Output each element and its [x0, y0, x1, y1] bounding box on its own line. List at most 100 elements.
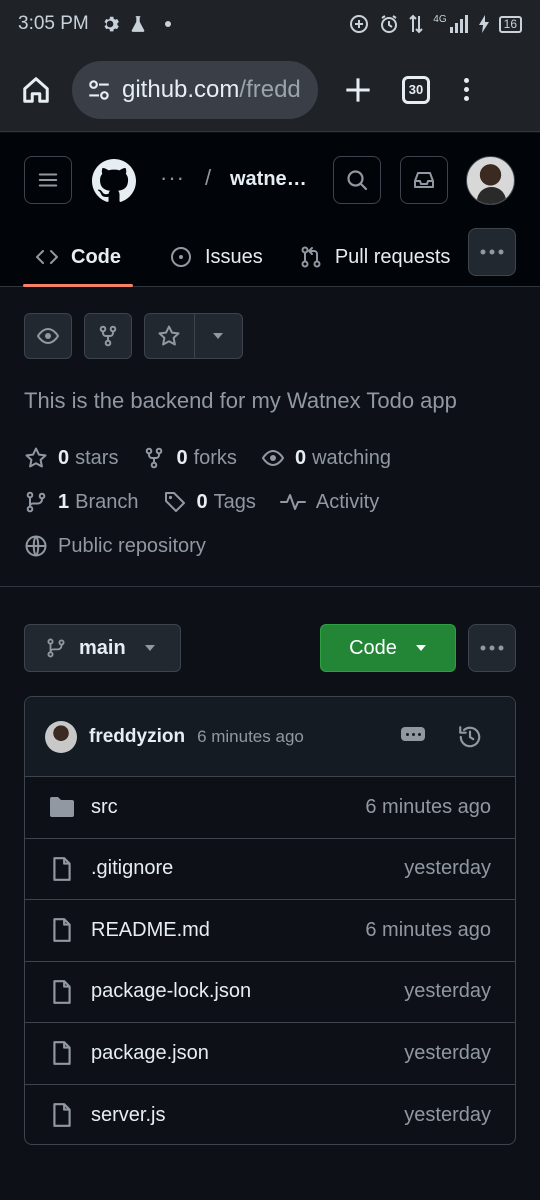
branch-label: Branch: [75, 490, 139, 513]
flask-icon: [131, 16, 145, 32]
branch-selector[interactable]: main: [24, 624, 181, 672]
fork-button[interactable]: [84, 313, 132, 359]
breadcrumb-separator: /: [205, 165, 212, 190]
tab-issues[interactable]: Issues: [169, 228, 263, 286]
breadcrumb-ellipsis[interactable]: ···: [160, 165, 185, 191]
file-time: yesterday: [404, 857, 491, 880]
url-domain: github.com: [122, 75, 240, 103]
github-logo-icon[interactable]: [92, 159, 136, 203]
home-button[interactable]: [18, 72, 54, 108]
file-row-readme[interactable]: README.md 6 minutes ago: [25, 900, 515, 962]
code-download-button[interactable]: Code: [320, 624, 456, 672]
tab-code[interactable]: Code: [23, 228, 133, 287]
repo-stats-row: 0 stars 0 forks 0 watching: [24, 446, 415, 470]
network-type: 4G: [433, 13, 447, 25]
file-row-package-lock[interactable]: package-lock.json yesterday: [25, 962, 515, 1023]
file-row-gitignore[interactable]: .gitignore yesterday: [25, 839, 515, 900]
file-name[interactable]: server.js: [91, 1104, 165, 1127]
file-row-package[interactable]: package.json yesterday: [25, 1023, 515, 1085]
nav-more-button[interactable]: [468, 228, 516, 276]
url-path: /fredd: [239, 75, 301, 103]
file-name[interactable]: src: [91, 796, 118, 819]
tags-link[interactable]: 0 Tags: [163, 490, 256, 514]
section-divider: [0, 586, 540, 587]
kebab-horizontal-icon: [480, 645, 504, 651]
site-settings-icon[interactable]: [86, 77, 112, 103]
file-name[interactable]: README.md: [91, 919, 210, 942]
star-icon: [158, 325, 180, 346]
file-name[interactable]: .gitignore: [91, 857, 173, 880]
tags-label: Tags: [213, 490, 256, 513]
star-icon: [25, 447, 47, 468]
tab-pull-requests[interactable]: Pull requests: [299, 228, 450, 286]
repo-forked-icon: [99, 325, 117, 347]
star-list-dropdown[interactable]: [193, 314, 243, 358]
address-bar[interactable]: github.com/fredd: [72, 60, 318, 119]
code-icon: [36, 250, 58, 264]
commit-message-toggle[interactable]: [401, 727, 425, 741]
file-row-src[interactable]: src 6 minutes ago: [25, 777, 515, 839]
issue-opened-icon: [171, 247, 191, 267]
branch-count: 1: [58, 490, 70, 513]
menu-button[interactable]: [24, 156, 72, 204]
data-saver-icon: [350, 15, 369, 33]
battery-indicator: 16: [498, 15, 522, 33]
search-icon: [347, 170, 368, 191]
file-row-server[interactable]: server.js yesterday: [25, 1085, 515, 1145]
tags-count: 0: [196, 490, 208, 513]
triangle-down-icon: [144, 645, 155, 651]
alarm-icon: [381, 15, 398, 33]
activity-link[interactable]: Activity: [279, 490, 379, 514]
branches-link[interactable]: 1 Branch: [24, 490, 139, 514]
history-icon[interactable]: [457, 724, 483, 750]
triangle-down-icon: [213, 333, 224, 339]
file-time: yesterday: [404, 1103, 491, 1126]
commit-author-avatar[interactable]: [45, 720, 77, 753]
repo-more-button[interactable]: [468, 624, 516, 672]
repo-nav: Code Issues Pull requests: [23, 228, 486, 287]
new-tab-button[interactable]: [340, 72, 376, 108]
tab-switcher-button[interactable]: 30: [402, 75, 430, 104]
file-icon: [53, 856, 71, 881]
stars-link[interactable]: 0 stars: [24, 446, 118, 470]
file-time: yesterday: [404, 1041, 491, 1064]
file-icon: [53, 1103, 71, 1128]
stars-label: stars: [75, 446, 119, 469]
watch-button[interactable]: [24, 313, 72, 359]
watching-link[interactable]: 0 watching: [261, 446, 391, 470]
folder-icon: [50, 797, 74, 818]
kebab-horizontal-icon: [480, 249, 504, 255]
visibility-label: Public repository: [58, 534, 206, 557]
user-avatar[interactable]: [466, 156, 515, 205]
triangle-down-icon: [415, 645, 426, 651]
search-button[interactable]: [333, 156, 381, 204]
star-button-group: [144, 313, 243, 359]
star-button[interactable]: [145, 314, 194, 358]
code-button-label: Code: [349, 636, 397, 659]
file-time: 6 minutes ago: [365, 795, 491, 818]
watching-label: watching: [312, 446, 391, 469]
inbox-button[interactable]: [400, 156, 448, 204]
status-bar: 3:05 PM 4G 16: [0, 0, 540, 48]
browser-menu-button[interactable]: [460, 78, 472, 101]
notification-dot-icon: [164, 21, 171, 27]
plus-icon: [346, 77, 370, 102]
file-name[interactable]: package.json: [91, 1042, 209, 1065]
file-icon: [53, 979, 71, 1004]
file-time: 6 minutes ago: [365, 918, 491, 941]
home-icon: [23, 76, 49, 103]
latest-commit-row: freddyzion 6 minutes ago: [25, 697, 515, 777]
file-icon: [53, 1041, 71, 1066]
git-branch-icon: [26, 491, 46, 513]
repo-name-link[interactable]: watnex-todo: [230, 168, 310, 191]
eye-icon: [261, 449, 285, 467]
eye-icon: [36, 327, 60, 345]
forks-link[interactable]: 0 forks: [142, 446, 237, 470]
forks-label: forks: [193, 446, 237, 469]
file-name[interactable]: package-lock.json: [91, 980, 251, 1003]
url-text: github.com/fredd: [122, 76, 301, 104]
file-time: yesterday: [404, 980, 491, 1003]
commit-author[interactable]: freddyzion: [89, 726, 185, 748]
tab-issues-label: Issues: [205, 245, 263, 268]
pull-request-icon: [301, 246, 321, 268]
